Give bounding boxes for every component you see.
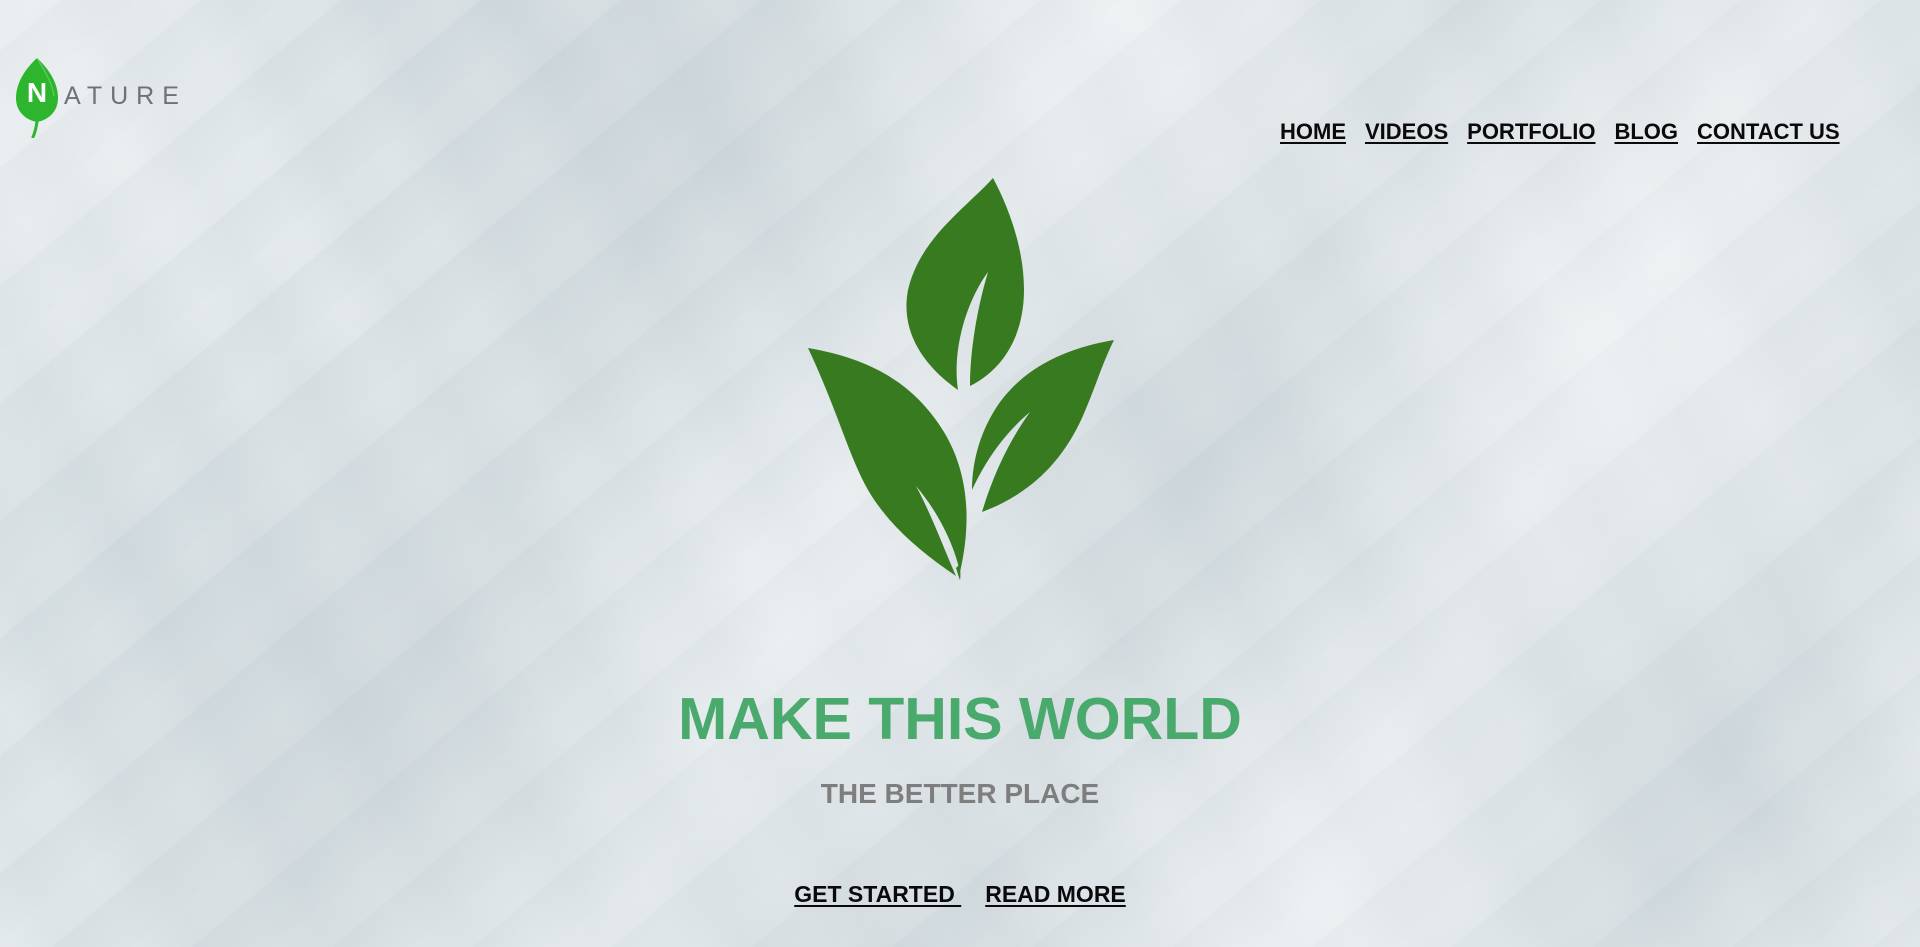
cta-group: GET STARTED READ MORE [0,881,1920,908]
logo-wordmark: ATURE [64,82,187,110]
nav-blog[interactable]: BLOG [1614,119,1678,145]
leaf-icon: N [14,56,60,138]
site-logo[interactable]: N ATURE [14,56,204,138]
main-nav: HOME VIDEOS PORTFOLIO BLOG CONTACT US [1280,119,1840,145]
nav-portfolio[interactable]: PORTFOLIO [1467,119,1595,145]
hero-headline: MAKE THIS WORLD [678,686,1242,752]
hero-subheadline: THE BETTER PLACE [820,778,1100,809]
read-more-button[interactable]: READ MORE [985,881,1126,908]
nav-home[interactable]: HOME [1280,119,1346,145]
logo-letter-n: N [26,77,48,108]
nav-videos[interactable]: VIDEOS [1365,119,1448,145]
sprout-icon [800,172,1120,580]
get-started-button[interactable]: GET STARTED [794,881,961,908]
nav-contact-us[interactable]: CONTACT US [1697,119,1840,145]
page: N ATURE HOME VIDEOS PORTFOLIO BLOG CONTA… [0,0,1920,947]
